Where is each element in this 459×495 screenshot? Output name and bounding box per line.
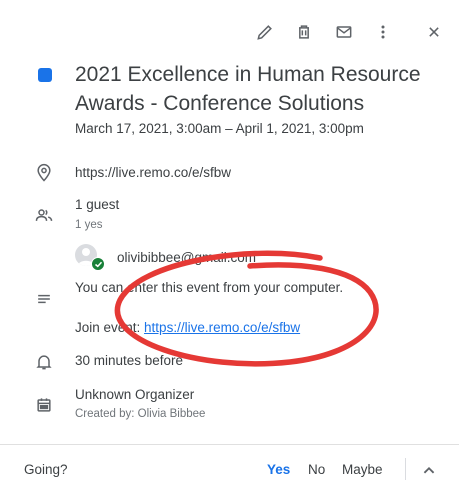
going-label: Going?	[24, 462, 68, 477]
rsvp-no-button[interactable]: No	[304, 458, 329, 481]
rsvp-maybe-button[interactable]: Maybe	[338, 458, 387, 481]
red-annotation-circle	[114, 250, 379, 367]
chevron-up-icon	[418, 466, 440, 486]
rsvp-yes-button[interactable]: Yes	[263, 458, 294, 481]
expand-rsvp-button[interactable]	[418, 460, 440, 482]
rsvp-separator	[405, 458, 406, 480]
footer-divider	[0, 444, 459, 445]
